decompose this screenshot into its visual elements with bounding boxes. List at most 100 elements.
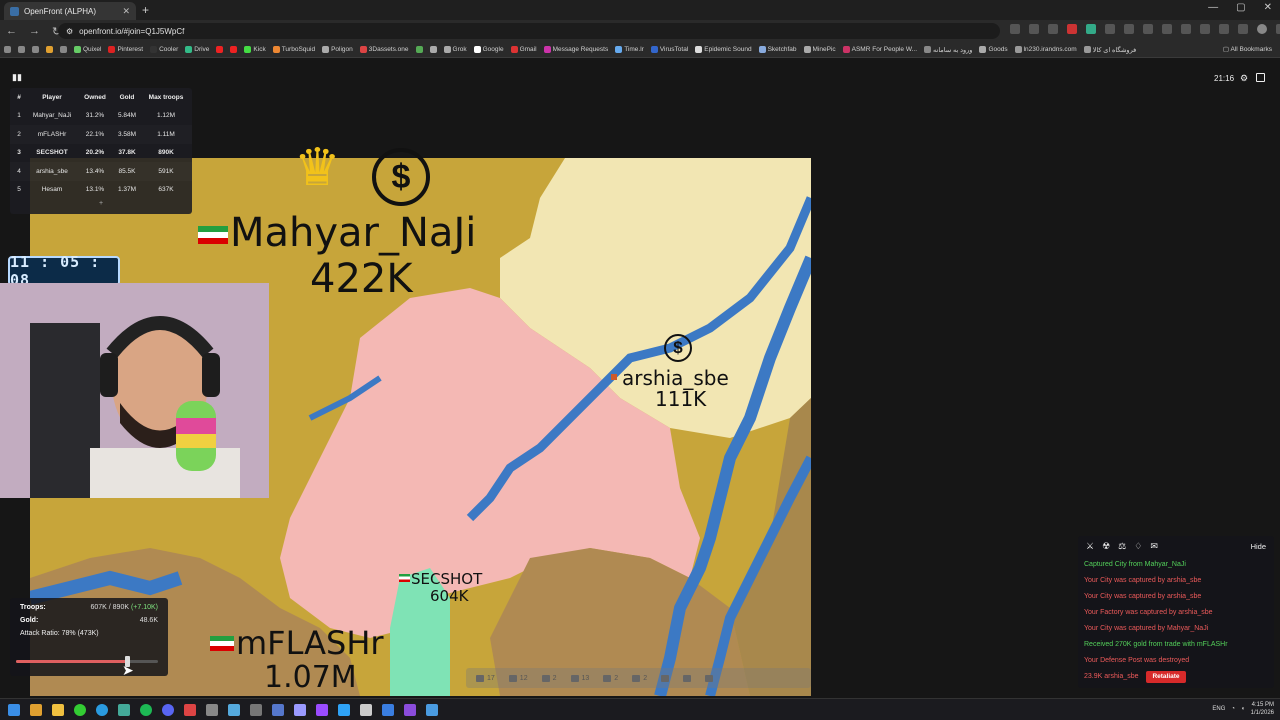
bookmark-minepic[interactable]: MinePic bbox=[803, 46, 836, 53]
spotify-icon[interactable] bbox=[140, 703, 152, 716]
app-icon[interactable] bbox=[250, 703, 262, 716]
bookmark-youtube[interactable] bbox=[216, 46, 224, 53]
sword-filter-icon[interactable]: ⚔ bbox=[1086, 541, 1094, 552]
attack-ratio-slider[interactable] bbox=[16, 656, 158, 667]
extension-icon[interactable] bbox=[1086, 24, 1096, 34]
bookmark-login[interactable]: ورود به سامانه bbox=[924, 46, 972, 54]
bookmark-folder-icon[interactable] bbox=[18, 46, 25, 53]
search-icon[interactable] bbox=[30, 703, 42, 716]
bookmark-folder-icon[interactable] bbox=[60, 46, 67, 53]
extension-icon[interactable] bbox=[1124, 24, 1134, 34]
hide-events-button[interactable]: Hide bbox=[1251, 542, 1266, 551]
extension-icon[interactable] bbox=[1219, 24, 1229, 34]
sort-owned-button[interactable]: Owned bbox=[76, 94, 114, 101]
bookmark-icon[interactable] bbox=[429, 46, 437, 53]
site-info-icon[interactable]: ⚙ bbox=[66, 27, 73, 36]
bookmark-cooler[interactable]: Cooler bbox=[150, 46, 178, 53]
telegram-icon[interactable] bbox=[96, 703, 108, 716]
bookmark-youtube[interactable] bbox=[230, 46, 238, 53]
nuke-filter-icon[interactable]: ☢ bbox=[1102, 541, 1110, 552]
menu-icon[interactable] bbox=[1276, 24, 1280, 34]
bookmark-gmail[interactable]: Gmail bbox=[510, 46, 537, 53]
leaderboard-row[interactable]: 5 Hesam 13.1% 1.37M 637K bbox=[10, 181, 192, 200]
chat-filter-icon[interactable]: ✉ bbox=[1150, 541, 1158, 552]
leaderboard-row[interactable]: 2 mFLASHr 22.1% 3.58M 1.11M bbox=[10, 125, 192, 144]
close-tab-icon[interactable]: ✕ bbox=[122, 6, 130, 17]
bookmark-drive[interactable]: Drive bbox=[185, 46, 209, 53]
leaderboard-row-self[interactable]: 3 SECSHOT 20.2% 37.8K 890K bbox=[10, 144, 192, 163]
language-indicator[interactable]: ENG bbox=[1212, 706, 1225, 712]
extension-icon[interactable] bbox=[1238, 24, 1248, 34]
extension-icon[interactable] bbox=[1029, 24, 1039, 34]
new-tab-button[interactable]: + bbox=[142, 3, 149, 17]
bookmark-pinterest[interactable]: Pinterest bbox=[108, 46, 143, 53]
alliance-filter-icon[interactable]: ♢ bbox=[1134, 541, 1142, 552]
chrome-icon[interactable] bbox=[74, 703, 86, 716]
extension-icon[interactable] bbox=[1181, 24, 1191, 34]
bookmark-star-icon[interactable] bbox=[1048, 24, 1058, 34]
bookmark-goods[interactable]: Goods bbox=[979, 46, 1008, 53]
extension-icon[interactable] bbox=[1067, 24, 1077, 34]
leaderboard-toggle-icon[interactable]: ▮▮ bbox=[12, 72, 22, 83]
minimize-icon[interactable]: — bbox=[1208, 2, 1218, 13]
trade-filter-icon[interactable]: ⚖ bbox=[1118, 541, 1126, 552]
bookmark-poligon[interactable]: Poligon bbox=[322, 46, 353, 53]
all-bookmarks-button[interactable]: ▢ All Bookmarks bbox=[1223, 45, 1272, 53]
premiere-icon[interactable] bbox=[316, 703, 328, 716]
profile-icon[interactable] bbox=[1257, 24, 1267, 34]
build-city-button[interactable]: 17 bbox=[476, 674, 495, 682]
discord-icon[interactable] bbox=[162, 703, 174, 716]
bookmark-grok[interactable]: Grok bbox=[443, 46, 467, 53]
app-icon[interactable] bbox=[382, 703, 394, 716]
url-input[interactable]: ⚙ openfront.io/#join=Q1J5WpCf bbox=[58, 23, 1000, 39]
bookmark-quixel[interactable]: Quixel bbox=[74, 46, 101, 53]
build-port-button[interactable]: 2 bbox=[541, 674, 557, 682]
retaliate-button[interactable]: Retaliate bbox=[1146, 671, 1186, 683]
build-defense-button[interactable]: 13 bbox=[570, 674, 589, 682]
app-icon[interactable] bbox=[272, 703, 284, 716]
bookmark-virustotal[interactable]: VirusTotal bbox=[650, 46, 688, 53]
leaderboard-row[interactable]: 1 Mahyar_NaJi 31.2% 5.84M 1.12M bbox=[10, 107, 192, 126]
build-missile-button[interactable]: 2 bbox=[603, 674, 618, 682]
app-icon[interactable] bbox=[404, 703, 416, 716]
maximize-icon[interactable]: ▢ bbox=[1236, 2, 1245, 13]
app-icon[interactable] bbox=[184, 703, 196, 716]
photoshop-icon[interactable] bbox=[338, 703, 350, 716]
back-icon[interactable]: ← bbox=[6, 25, 17, 38]
app-icon[interactable] bbox=[206, 703, 218, 716]
bookmark-asmr[interactable]: ASMR For People W... bbox=[842, 46, 917, 53]
bookmark-kick[interactable]: Kick bbox=[244, 46, 266, 53]
leaderboard-row[interactable]: 4 arshia_sbe 13.4% 85.5K 591K bbox=[10, 162, 192, 181]
volume-icon[interactable]: ◖ bbox=[1241, 706, 1245, 712]
app-icon[interactable] bbox=[426, 703, 438, 716]
bookmark-google[interactable]: Google bbox=[473, 46, 504, 53]
bookmark-folder-icon[interactable] bbox=[46, 46, 53, 53]
bookmark-3dassets[interactable]: 3Dassets.one bbox=[359, 46, 409, 53]
extension-icon[interactable] bbox=[1010, 24, 1020, 34]
file-explorer-icon[interactable] bbox=[52, 703, 64, 716]
leaderboard-expand-button[interactable]: + bbox=[10, 200, 192, 207]
build-hydrogen-button[interactable] bbox=[705, 674, 714, 682]
settings-gear-icon[interactable]: ⚙ bbox=[1240, 73, 1248, 84]
bookmark-message-requests[interactable]: Message Requests bbox=[543, 46, 608, 53]
extension-icon[interactable] bbox=[1105, 24, 1115, 34]
exit-icon[interactable] bbox=[1256, 73, 1265, 82]
bookmark-icon[interactable] bbox=[415, 46, 423, 53]
app-icon[interactable] bbox=[360, 703, 372, 716]
extension-icon[interactable] bbox=[1200, 24, 1210, 34]
build-factory-button[interactable]: 12 bbox=[508, 674, 528, 682]
bookmark-turbosquid[interactable]: TurboSquid bbox=[272, 46, 315, 53]
wifi-icon[interactable]: ◔ bbox=[1231, 706, 1235, 712]
app-icon[interactable] bbox=[228, 703, 240, 716]
extension-icon[interactable] bbox=[1162, 24, 1172, 34]
bookmark-timelr[interactable]: Time.lr bbox=[615, 46, 644, 53]
bookmark-epidemic-sound[interactable]: Epidemic Sound bbox=[695, 46, 752, 53]
after-effects-icon[interactable] bbox=[294, 703, 306, 716]
bookmark-sketchfab[interactable]: Sketchfab bbox=[758, 46, 797, 53]
bookmark-folder-icon[interactable] bbox=[32, 46, 39, 53]
forward-icon[interactable]: → bbox=[29, 25, 40, 38]
build-nuke-button[interactable] bbox=[683, 674, 692, 682]
clock-area[interactable]: 4:15 PM 1/1/2026 bbox=[1251, 701, 1274, 717]
bookmark-irandns[interactable]: ln230.irandns.com bbox=[1014, 46, 1077, 53]
windows-start-icon[interactable] bbox=[8, 703, 20, 716]
